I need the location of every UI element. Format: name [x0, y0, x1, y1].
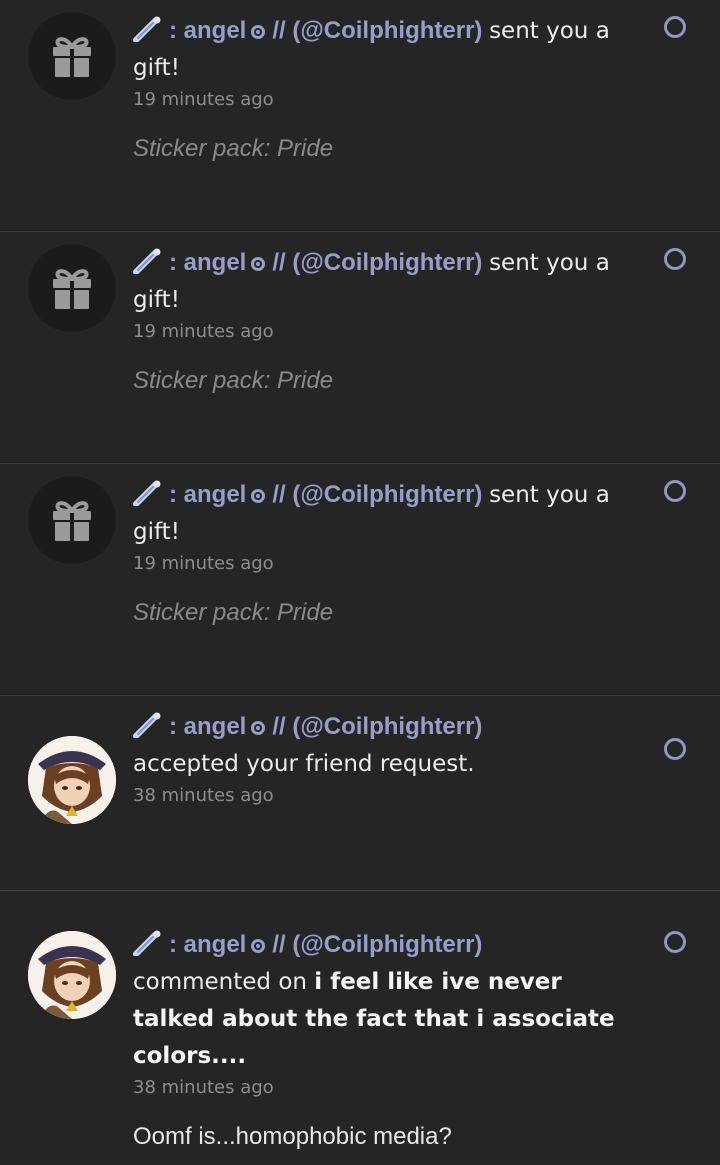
notification-detail: Sticker pack: Pride — [133, 135, 334, 162]
gift-icon — [28, 12, 116, 100]
notification-item[interactable]: : angel// (@Coilphighterr) sent you a gi… — [0, 232, 720, 464]
unread-indicator[interactable] — [664, 248, 686, 270]
username-link[interactable]: : angel// (@Coilphighterr) — [133, 480, 489, 508]
timestamp: 38 minutes ago — [133, 785, 274, 806]
notification-body: : angel// (@Coilphighterr) commented on … — [133, 926, 623, 1151]
username-link[interactable]: : angel// (@Coilphighterr) — [133, 16, 489, 44]
spiral-icon — [251, 489, 266, 503]
comment-preview: Oomf is...homophobic media? — [133, 1123, 452, 1150]
comet-icon — [133, 248, 161, 274]
notification-body: : angel// (@Coilphighterr) sent you a gi… — [133, 12, 623, 163]
unread-indicator[interactable] — [664, 738, 686, 760]
gift-icon — [28, 476, 116, 564]
comet-icon — [133, 712, 161, 738]
notification-body: : angel// (@Coilphighterr) accepted your… — [133, 708, 623, 809]
spiral-icon — [251, 939, 266, 953]
username-link[interactable]: : angel// (@Coilphighterr) — [133, 712, 482, 740]
notification-item[interactable]: : angel// (@Coilphighterr) accepted your… — [0, 696, 720, 891]
unread-indicator[interactable] — [664, 16, 686, 38]
notification-item[interactable]: : angel// (@Coilphighterr) commented on … — [0, 891, 720, 1165]
user-avatar[interactable] — [28, 931, 116, 1019]
user-avatar[interactable] — [28, 736, 116, 824]
timestamp: 38 minutes ago — [133, 1077, 274, 1098]
notification-item[interactable]: : angel// (@Coilphighterr) sent you a gi… — [0, 0, 720, 232]
spiral-icon — [251, 25, 266, 39]
timestamp: 19 minutes ago — [133, 321, 274, 342]
notification-detail: Sticker pack: Pride — [133, 367, 334, 394]
gift-icon — [28, 244, 116, 332]
notification-action: accepted your friend request. — [133, 751, 475, 777]
spiral-icon — [251, 257, 266, 271]
spiral-icon — [251, 721, 266, 735]
comet-icon — [133, 480, 161, 506]
notification-feed: : angel// (@Coilphighterr) sent you a gi… — [0, 0, 720, 1165]
notification-action: commented on — [133, 969, 307, 995]
username-link[interactable]: : angel// (@Coilphighterr) — [133, 930, 482, 958]
notification-detail: Sticker pack: Pride — [133, 599, 334, 626]
comet-icon — [133, 16, 161, 42]
timestamp: 19 minutes ago — [133, 553, 274, 574]
comet-icon — [133, 930, 161, 956]
notification-body: : angel// (@Coilphighterr) sent you a gi… — [133, 244, 623, 395]
unread-indicator[interactable] — [664, 931, 686, 953]
username-link[interactable]: : angel// (@Coilphighterr) — [133, 248, 489, 276]
unread-indicator[interactable] — [664, 480, 686, 502]
timestamp: 19 minutes ago — [133, 89, 274, 110]
notification-item[interactable]: : angel// (@Coilphighterr) sent you a gi… — [0, 464, 720, 696]
notification-body: : angel// (@Coilphighterr) sent you a gi… — [133, 476, 623, 627]
